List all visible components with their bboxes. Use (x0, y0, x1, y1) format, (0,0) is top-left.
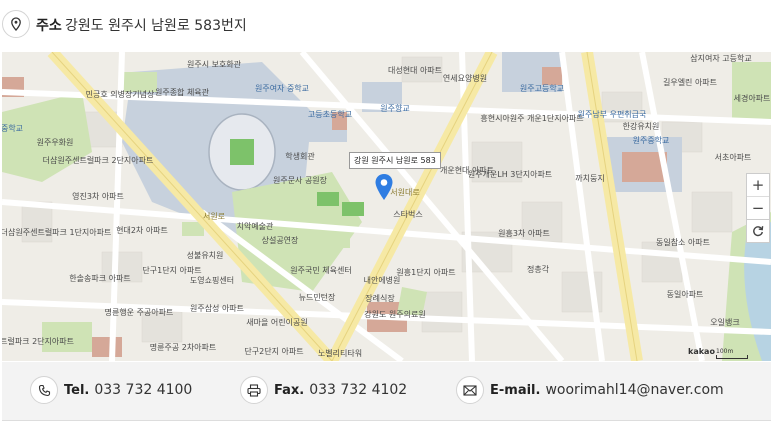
map-label: 성불유치원 (186, 251, 224, 260)
location-callout: 강원 원주시 남원로 583 (349, 152, 441, 169)
road-label: 서원대로 (390, 188, 420, 197)
address-bar: 주소 강원도 원주시 남원로 583번지 (0, 0, 773, 50)
address-key: 주소 (36, 18, 62, 34)
map-label: 더샵원주센트럴파크 1단지아파트 (2, 228, 112, 237)
printer-icon (240, 376, 268, 404)
zoom-control: + − (746, 173, 770, 220)
map-label: 도영쇼핑센터 (189, 276, 235, 285)
refresh-icon (753, 226, 764, 237)
tel-value[interactable]: 033 732 4100 (94, 382, 192, 398)
map-label: 동일아파트 (666, 290, 704, 299)
refresh-button[interactable] (746, 219, 770, 243)
map-label: 원흥3차 아파트 (498, 229, 550, 238)
kakao-logo: kakao (688, 347, 715, 356)
map-label: 원주남부 우편취급국 (577, 110, 647, 119)
email-item: E-mail. woorimahl14@naver.com (456, 376, 724, 404)
map-label: 삼지여자 고등학교 (690, 54, 752, 63)
map-label: 동일참소 아파트 (655, 238, 711, 247)
map-label: 원주시 보호화관 (186, 60, 242, 69)
map-label: 정총각 (526, 265, 550, 274)
map-label: 학생회관 (285, 152, 315, 161)
map-label: 치악예술관 (236, 222, 274, 231)
map-label: 대성현대 아파트 (387, 66, 443, 75)
map-label: 원주종합 체육관 (154, 88, 210, 97)
map-label: 원주국민 체육센터 (290, 266, 352, 275)
scale-label: 100m (716, 348, 734, 355)
map-label: 더샵원주센트럴파크 2단지아파트 (42, 156, 154, 165)
map-label: 원주여자 중학교 (254, 84, 310, 93)
map-label: 까치둥지 (575, 174, 605, 183)
map-label: 장례식장 (365, 294, 395, 303)
fax-label: Fax. (274, 382, 305, 398)
map-label: 원주향교 (380, 104, 410, 113)
map-label: 한솔송파크 아파트 (69, 274, 131, 283)
map-label: 원주중학교 (632, 136, 670, 145)
map-label: 연세요양병원 (442, 74, 488, 83)
map-label: 원주문사 공원장 (272, 176, 328, 185)
map-label: 원주삼성 아파트 (189, 304, 245, 313)
map-view[interactable]: 원주시 보호화관 원주종합 체육관 원주여자 중학교 대성현대 아파트 연세요양… (2, 52, 771, 361)
map-label: 현대2차 아파트 (116, 226, 168, 235)
map-label: 단구2단지 아파트 (244, 347, 304, 356)
map-label: 명륜주공 2차아파트 (149, 343, 217, 352)
map-label: 한강유치원 (622, 122, 660, 131)
road-label: 서원로 (202, 212, 226, 221)
contact-bar: Tel. 033 732 4100 Fax. 033 732 4102 E-ma… (2, 362, 771, 421)
tel-item: Tel. 033 732 4100 (30, 376, 192, 404)
map-label: 세경아파트 (733, 94, 771, 103)
map-label: 원흥1단지 아파트 (396, 268, 456, 277)
location-marker-icon[interactable] (374, 173, 394, 201)
tel-label: Tel. (64, 382, 90, 398)
map-pin-icon (2, 10, 30, 38)
scale-bar (716, 355, 748, 359)
map-label: 원주고등학교 (519, 84, 565, 93)
map-label: 새마을 어린이공원 (246, 318, 308, 327)
map-label: 오일뱅크 (710, 318, 740, 327)
map-label: 고등초등학교 (307, 110, 353, 119)
address-value: 강원도 원주시 남원로 583번지 (65, 18, 247, 34)
map-label: 원주센트럴파크 2단지아파트 (2, 337, 74, 346)
map-label: 원주우화원 (36, 138, 74, 147)
map-label: 민긍호 의병장기념상 (85, 90, 155, 99)
map-label: 내안에병원 (363, 276, 401, 285)
email-value[interactable]: woorimahl14@naver.com (545, 382, 723, 398)
map-label: 명륜행운 주공아파트 (104, 308, 174, 317)
map-label: 원주개운LH 3단지아파트 (467, 170, 553, 179)
map-label: 단구1단지 아파트 (142, 266, 202, 275)
map-label: 뉴드민턴장 (298, 293, 336, 302)
zoom-in-button[interactable]: + (747, 174, 769, 196)
fax-item: Fax. 033 732 4102 (240, 376, 407, 404)
map-label: 스타벅스 (393, 210, 423, 219)
map-label: 중학교 (2, 124, 24, 133)
envelope-icon (456, 376, 484, 404)
fax-value: 033 732 4102 (309, 382, 408, 398)
phone-icon (30, 376, 58, 404)
map-label: 길우엘린 아파트 (662, 78, 718, 87)
map-label: 노벨리티타워 (317, 349, 363, 358)
map-label: 서초아파트 (714, 153, 752, 162)
map-label: 강원도 원주의료원 (364, 310, 426, 319)
map-label: 상설공연장 (261, 236, 299, 245)
map-label: 흥현시아원주 개운1단지아파트 (480, 114, 584, 123)
map-label: 영진3차 아파트 (72, 192, 124, 201)
zoom-out-button[interactable]: − (747, 197, 769, 219)
email-label: E-mail. (490, 382, 541, 398)
